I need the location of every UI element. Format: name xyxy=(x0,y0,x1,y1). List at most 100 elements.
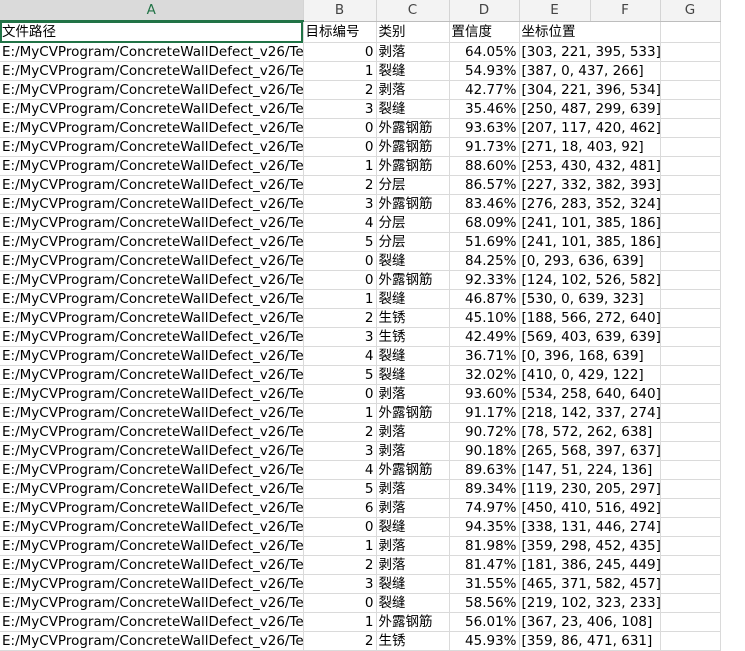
coordinates-cell[interactable]: [181, 386, 245, 449] xyxy=(519,555,661,575)
target-id-cell[interactable]: 2 xyxy=(303,422,377,442)
empty-cell[interactable] xyxy=(660,270,721,290)
confidence-cell[interactable]: 93.63% xyxy=(449,118,520,138)
empty-cell[interactable] xyxy=(660,612,721,632)
coordinates-cell[interactable]: [530, 0, 639, 323] xyxy=(519,289,661,309)
target-id-cell[interactable]: 2 xyxy=(303,555,377,575)
coordinates-cell[interactable]: [359, 298, 452, 435] xyxy=(519,536,661,556)
coordinates-cell[interactable]: [303, 221, 395, 533] xyxy=(519,42,661,62)
header-confidence-cell[interactable]: 置信度 xyxy=(449,21,520,43)
file-path-cell[interactable]: E:/MyCVProgram/ConcreteWallDefect_v26/Te xyxy=(0,612,304,632)
target-id-cell[interactable]: 5 xyxy=(303,365,377,385)
target-id-cell[interactable]: 1 xyxy=(303,61,377,81)
category-cell[interactable]: 外露钢筋 xyxy=(376,403,450,423)
file-path-cell[interactable]: E:/MyCVProgram/ConcreteWallDefect_v26/Te xyxy=(0,137,304,157)
coordinates-cell[interactable]: [450, 410, 516, 492] xyxy=(519,498,661,518)
category-cell[interactable]: 外露钢筋 xyxy=(376,270,450,290)
confidence-cell[interactable]: 42.77% xyxy=(449,80,520,100)
coordinates-cell[interactable]: [253, 430, 432, 481] xyxy=(519,156,661,176)
category-cell[interactable]: 剥落 xyxy=(376,555,450,575)
file-path-cell[interactable]: E:/MyCVProgram/ConcreteWallDefect_v26/Te xyxy=(0,536,304,556)
target-id-cell[interactable]: 6 xyxy=(303,498,377,518)
file-path-cell[interactable]: E:/MyCVProgram/ConcreteWallDefect_v26/Te xyxy=(0,251,304,271)
confidence-cell[interactable]: 93.60% xyxy=(449,384,520,404)
column-header-f[interactable]: F xyxy=(590,0,661,22)
category-cell[interactable]: 剥落 xyxy=(376,422,450,442)
confidence-cell[interactable]: 45.10% xyxy=(449,308,520,328)
coordinates-cell[interactable]: [338, 131, 446, 274] xyxy=(519,517,661,537)
category-cell[interactable]: 剥落 xyxy=(376,80,450,100)
target-id-cell[interactable]: 4 xyxy=(303,460,377,480)
file-path-cell[interactable]: E:/MyCVProgram/ConcreteWallDefect_v26/Te xyxy=(0,194,304,214)
empty-cell[interactable] xyxy=(660,365,721,385)
empty-cell[interactable] xyxy=(660,251,721,271)
confidence-cell[interactable]: 81.98% xyxy=(449,536,520,556)
empty-cell[interactable] xyxy=(660,479,721,499)
target-id-cell[interactable]: 1 xyxy=(303,156,377,176)
target-id-cell[interactable]: 0 xyxy=(303,42,377,62)
column-header-b[interactable]: B xyxy=(303,0,377,22)
category-cell[interactable]: 生锈 xyxy=(376,327,450,347)
category-cell[interactable]: 裂缝 xyxy=(376,365,450,385)
target-id-cell[interactable]: 0 xyxy=(303,593,377,613)
category-cell[interactable]: 剥落 xyxy=(376,479,450,499)
category-cell[interactable]: 外露钢筋 xyxy=(376,612,450,632)
coordinates-cell[interactable]: [78, 572, 262, 638] xyxy=(519,422,661,442)
category-cell[interactable]: 剥落 xyxy=(376,498,450,518)
header-coordinates-cell[interactable]: 坐标位置 xyxy=(519,21,661,43)
empty-cell[interactable] xyxy=(660,441,721,461)
confidence-cell[interactable]: 32.02% xyxy=(449,365,520,385)
header-target-id-cell[interactable]: 目标编号 xyxy=(303,21,377,43)
target-id-cell[interactable]: 3 xyxy=(303,327,377,347)
target-id-cell[interactable]: 5 xyxy=(303,479,377,499)
coordinates-cell[interactable]: [250, 487, 299, 639] xyxy=(519,99,661,119)
target-id-cell[interactable]: 0 xyxy=(303,251,377,271)
confidence-cell[interactable]: 42.49% xyxy=(449,327,520,347)
coordinates-cell[interactable]: [124, 102, 526, 582] xyxy=(519,270,661,290)
confidence-cell[interactable]: 45.93% xyxy=(449,631,520,651)
empty-cell[interactable] xyxy=(660,213,721,233)
confidence-cell[interactable]: 46.87% xyxy=(449,289,520,309)
file-path-cell[interactable]: E:/MyCVProgram/ConcreteWallDefect_v26/Te xyxy=(0,517,304,537)
coordinates-cell[interactable]: [304, 221, 396, 534] xyxy=(519,80,661,100)
coordinates-cell[interactable]: [271, 18, 403, 92] xyxy=(519,137,661,157)
coordinates-cell[interactable]: [227, 332, 382, 393] xyxy=(519,175,661,195)
category-cell[interactable]: 剥落 xyxy=(376,536,450,556)
confidence-cell[interactable]: 94.35% xyxy=(449,517,520,537)
empty-cell[interactable] xyxy=(660,80,721,100)
file-path-cell[interactable]: E:/MyCVProgram/ConcreteWallDefect_v26/Te xyxy=(0,574,304,594)
file-path-cell[interactable]: E:/MyCVProgram/ConcreteWallDefect_v26/Te xyxy=(0,422,304,442)
column-header-c[interactable]: C xyxy=(376,0,450,22)
target-id-cell[interactable]: 1 xyxy=(303,289,377,309)
confidence-cell[interactable]: 84.25% xyxy=(449,251,520,271)
empty-cell[interactable] xyxy=(660,118,721,138)
file-path-cell[interactable]: E:/MyCVProgram/ConcreteWallDefect_v26/Te xyxy=(0,99,304,119)
empty-cell[interactable] xyxy=(660,289,721,309)
category-cell[interactable]: 裂缝 xyxy=(376,574,450,594)
confidence-cell[interactable]: 88.60% xyxy=(449,156,520,176)
confidence-cell[interactable]: 89.34% xyxy=(449,479,520,499)
category-cell[interactable]: 剥落 xyxy=(376,42,450,62)
category-cell[interactable]: 外露钢筋 xyxy=(376,460,450,480)
target-id-cell[interactable]: 1 xyxy=(303,612,377,632)
target-id-cell[interactable]: 0 xyxy=(303,270,377,290)
empty-cell[interactable] xyxy=(660,346,721,366)
category-cell[interactable]: 裂缝 xyxy=(376,289,450,309)
file-path-cell[interactable]: E:/MyCVProgram/ConcreteWallDefect_v26/Te xyxy=(0,384,304,404)
category-cell[interactable]: 外露钢筋 xyxy=(376,156,450,176)
category-cell[interactable]: 裂缝 xyxy=(376,346,450,366)
confidence-cell[interactable]: 31.55% xyxy=(449,574,520,594)
file-path-cell[interactable]: E:/MyCVProgram/ConcreteWallDefect_v26/Te xyxy=(0,327,304,347)
category-cell[interactable]: 分层 xyxy=(376,175,450,195)
file-path-cell[interactable]: E:/MyCVProgram/ConcreteWallDefect_v26/Te xyxy=(0,365,304,385)
target-id-cell[interactable]: 0 xyxy=(303,137,377,157)
coordinates-cell[interactable]: [569, 403, 639, 639] xyxy=(519,327,661,347)
category-cell[interactable]: 生锈 xyxy=(376,308,450,328)
confidence-cell[interactable]: 90.18% xyxy=(449,441,520,461)
target-id-cell[interactable]: 0 xyxy=(303,517,377,537)
confidence-cell[interactable]: 56.01% xyxy=(449,612,520,632)
empty-cell[interactable] xyxy=(660,631,721,651)
file-path-cell[interactable]: E:/MyCVProgram/ConcreteWallDefect_v26/Te xyxy=(0,346,304,366)
empty-cell[interactable] xyxy=(660,498,721,518)
category-cell[interactable]: 裂缝 xyxy=(376,517,450,537)
empty-cell[interactable] xyxy=(660,593,721,613)
